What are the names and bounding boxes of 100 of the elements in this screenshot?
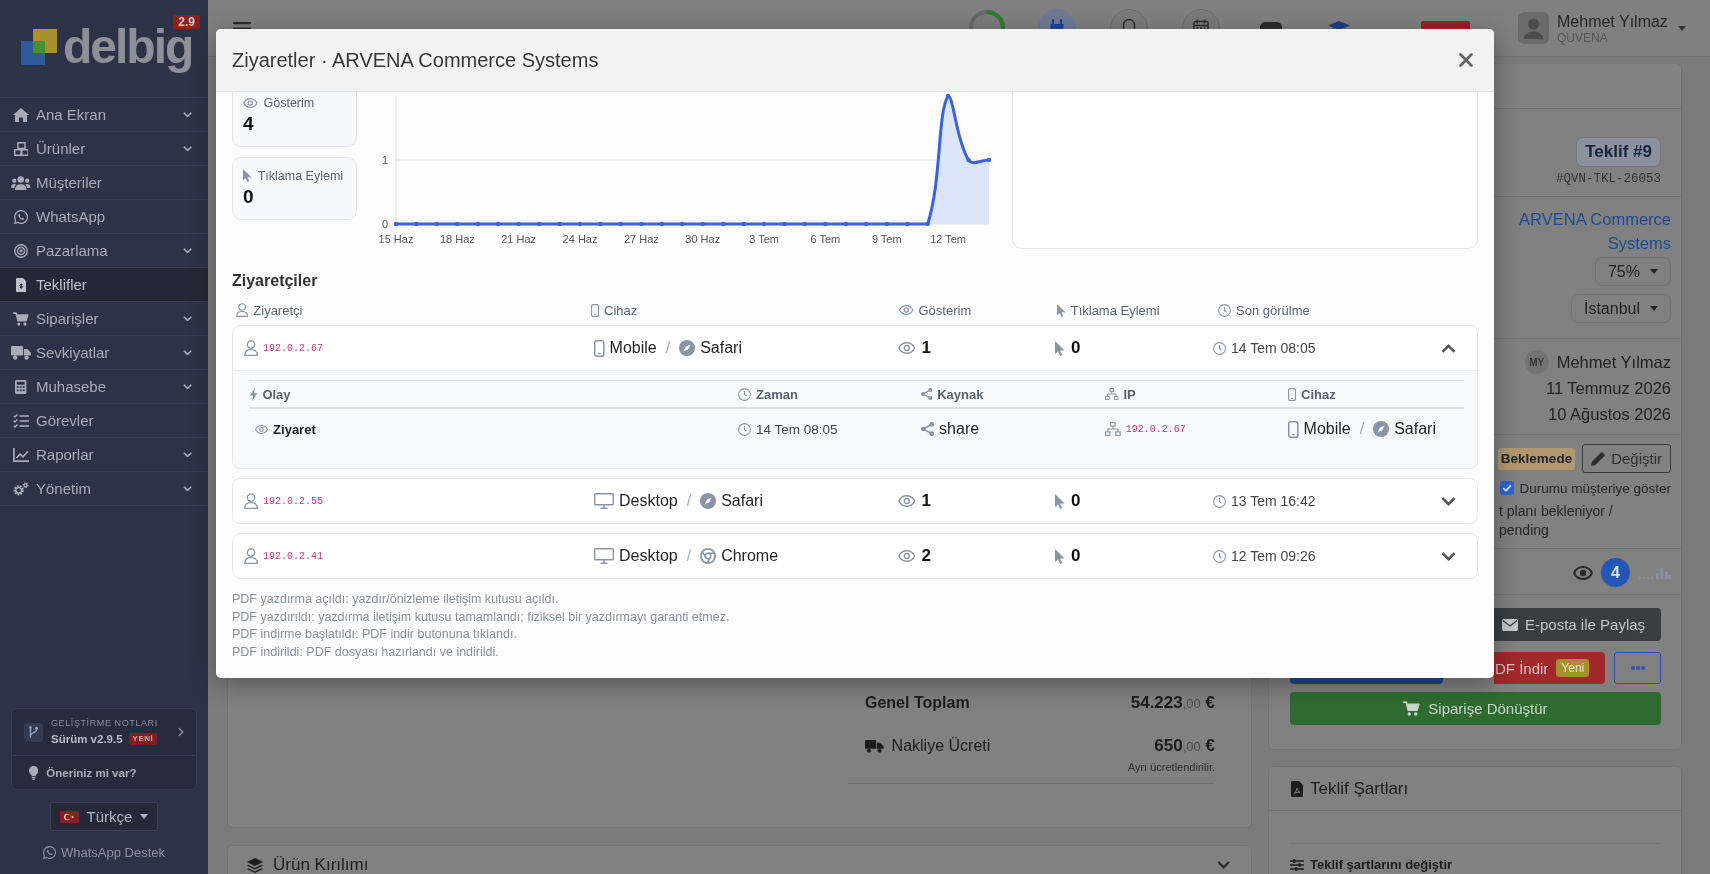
menu-item[interactable]: Ürünler: [0, 131, 208, 165]
device-name: Desktop: [619, 547, 678, 565]
menu-item[interactable]: Teklifler: [0, 267, 208, 301]
boxes-icon: [13, 141, 29, 156]
truck-icon: [11, 345, 31, 360]
column-header: Son görülme: [1236, 302, 1310, 318]
email-share-button[interactable]: E-posta ile Paylaş: [1494, 608, 1661, 641]
axis-label: 6 Tem: [810, 233, 841, 245]
city-dropdown[interactable]: İstanbul: [1570, 294, 1671, 323]
note-text: PDF yazdırıldı: yazdırma iletişim kutusu tamamlandı; fiziksel bir yazdırmayı garanti etmez.: [232, 608, 730, 626]
pdf-download-button[interactable]: DF İndir Yeni: [1494, 652, 1605, 684]
probability-dropdown[interactable]: 75%: [1594, 257, 1671, 286]
chevron-right-icon[interactable]: [178, 727, 184, 737]
separator-text: /: [665, 339, 671, 357]
chevron-down-icon[interactable]: [1440, 551, 1456, 561]
chat-icon: [14, 209, 28, 224]
data-point: [802, 221, 808, 227]
ip-address: 192.0.2.55: [263, 495, 323, 507]
menu-item[interactable]: Sevkiyatlar: [0, 335, 208, 369]
menu-item[interactable]: Müşteriler: [0, 165, 208, 199]
calculator-icon: [15, 379, 27, 394]
data-point: [577, 221, 583, 227]
menu-item[interactable]: Muhasebe: [0, 369, 208, 403]
data-point: [720, 221, 726, 227]
browser-name: Chrome: [721, 547, 779, 565]
browser-icon: [700, 548, 717, 564]
clock-icon: [738, 422, 751, 436]
axis-label: 0: [381, 218, 388, 230]
data-point: [761, 221, 767, 227]
bar-chart-icon: [1638, 566, 1671, 579]
share-icon: [921, 422, 935, 436]
device-name: Desktop: [619, 492, 678, 510]
axis-label: 3 Tem: [749, 233, 779, 245]
eye-icon: [898, 342, 916, 354]
language-button[interactable]: Türkçe: [49, 802, 159, 831]
target-icon: [14, 243, 28, 258]
separator-text: /: [1359, 420, 1365, 438]
status-note: t planı bekleniyor / pending: [1499, 502, 1614, 540]
menu-item[interactable]: WhatsApp: [0, 199, 208, 233]
event-name: Ziyaret: [273, 421, 316, 437]
menu-item[interactable]: Ana Ekran: [0, 97, 208, 131]
data-point: [455, 221, 460, 227]
menu-item[interactable]: Siparişler: [0, 301, 208, 335]
clock-icon: [738, 387, 751, 401]
mobile-icon: [591, 303, 600, 317]
chevron-down-icon[interactable]: [1216, 861, 1230, 869]
home-icon: [13, 107, 29, 122]
chat-icon: [42, 845, 56, 859]
pointer-icon: [243, 169, 252, 182]
axis-label: 30 Haz: [685, 233, 721, 245]
section-title: Ziyaretçiler: [232, 271, 319, 291]
offer-date: 11 Temmuz 2026: [1545, 378, 1671, 399]
eye-icon: [1573, 565, 1593, 580]
clock-icon: [1218, 303, 1231, 317]
axis-label: 15 Haz: [378, 233, 414, 245]
view-count-badge: 4: [1601, 558, 1630, 587]
lightbulb-icon: [29, 765, 39, 780]
chevron-up-icon[interactable]: [1440, 343, 1456, 353]
user-name: Mehmet Yılmaz: [1557, 11, 1668, 31]
checklist-icon: [13, 413, 29, 428]
modal-title: Ziyaretler · ARVENA Commerce Systems: [232, 48, 599, 72]
ip-address: 192.0.2.41: [263, 550, 323, 562]
data-point: [782, 221, 787, 227]
menu-item[interactable]: Görevler: [0, 403, 208, 437]
convert-order-button[interactable]: Siparişe Dönüştür: [1290, 692, 1661, 725]
feedback-link[interactable]: Öneriniz mi var?: [12, 756, 196, 789]
eye-icon: [898, 550, 916, 562]
device-name: Mobile: [609, 339, 657, 357]
event-time: 14 Tem 08:05: [756, 421, 838, 437]
visitor-row[interactable]: 192.0.2.55 Desktop / Safari 1 0 13 Tem 16:42: [232, 478, 1478, 524]
menu-item[interactable]: Raporlar: [0, 437, 208, 471]
visitor-row[interactable]: 192.0.2.67 Mobile / Safari 1 0 14 Tem 08:05 Olay Zaman Kaynak IP Cihaz Ziyaret 14 Tem 08:05 share 192.0.2.67 Mobile / Safari: [232, 325, 1478, 469]
mobile-icon: [594, 339, 605, 357]
axis-label: 24 Haz: [562, 233, 598, 245]
close-icon[interactable]: [1459, 53, 1473, 67]
network-icon: [1105, 422, 1121, 436]
support-link[interactable]: WhatsApp Destek: [42, 843, 165, 861]
browser-name: Safari: [700, 339, 742, 357]
data-point: [864, 221, 869, 227]
more-icon: [1630, 666, 1645, 670]
menu-item[interactable]: Yönetim: [0, 471, 208, 505]
offer-date: 10 Ağustos 2026: [1548, 404, 1671, 425]
version-badge: 2.9: [173, 15, 200, 29]
edit-button[interactable]: Değiştir: [1582, 444, 1671, 473]
cart-icon: [13, 311, 29, 326]
initials-avatar: MY: [1524, 350, 1549, 374]
pointer-icon: [1055, 493, 1065, 509]
compass-icon: [700, 493, 717, 509]
column-header: Olay: [262, 386, 291, 402]
visitor-row[interactable]: 192.0.2.41 Desktop / Chrome 2 0 12 Tem 09:26: [232, 533, 1478, 579]
note-text: PDF indirildi: PDF dosyası hazırlandı ve indirildi.: [232, 643, 499, 661]
checkbox[interactable]: [1500, 481, 1515, 495]
eye-icon: [243, 97, 258, 108]
new-badge: YENİ: [128, 733, 158, 745]
data-point: [557, 221, 562, 227]
desktop-icon: [594, 548, 614, 564]
chevron-down-icon: [182, 349, 192, 356]
chevron-down-icon[interactable]: [1440, 496, 1456, 506]
caret-icon[interactable]: [1677, 25, 1686, 31]
edit-terms-link[interactable]: Teklif şartlarını değiştir: [1290, 857, 1453, 872]
